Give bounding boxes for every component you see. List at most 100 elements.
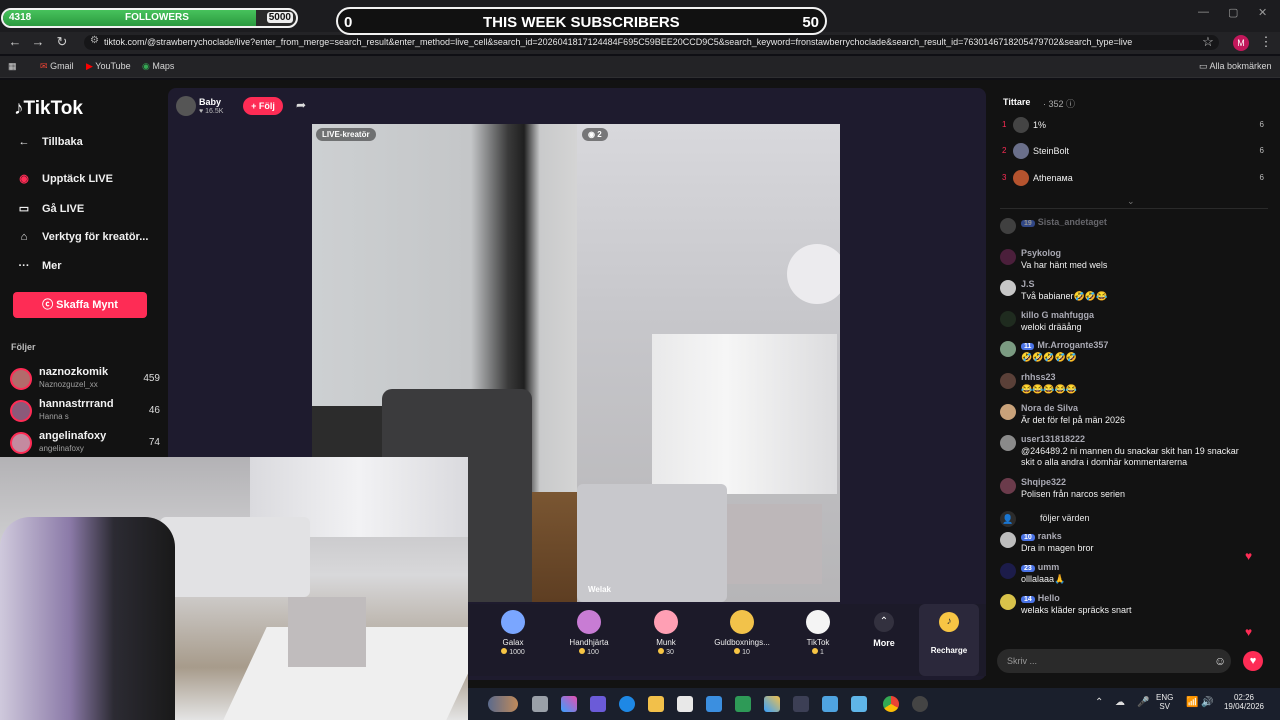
gift-galaxy-icon bbox=[501, 610, 525, 634]
folder-icon: ▭ bbox=[1199, 61, 1208, 71]
clock[interactable]: 02:26 19/04/2026 bbox=[1222, 693, 1266, 711]
share-icon[interactable]: ➦ bbox=[296, 98, 306, 112]
viewer-rank-row[interactable]: 3 Athenaмa 6 bbox=[1002, 170, 1264, 188]
store-icon[interactable] bbox=[677, 696, 693, 712]
onedrive-icon[interactable]: ☁ bbox=[1115, 697, 1125, 708]
copilot-icon[interactable] bbox=[561, 696, 577, 712]
webcam-sofa bbox=[160, 517, 310, 597]
profile-avatar[interactable]: M bbox=[1233, 35, 1249, 51]
viewers-count: · 352 ⓘ bbox=[1043, 99, 1076, 109]
all-bookmarks[interactable]: ▭ Alla bokmärken bbox=[1199, 61, 1272, 72]
following-item[interactable]: naznozkomik Naznozguzel_xx 459 bbox=[10, 366, 160, 394]
obs-icon[interactable] bbox=[912, 696, 928, 712]
gift-item[interactable]: Munk 30 bbox=[626, 610, 706, 656]
teams-icon[interactable] bbox=[590, 696, 606, 712]
back-icon[interactable]: ← bbox=[6, 34, 24, 49]
guest-name: Welak bbox=[588, 585, 611, 594]
tiktok-note-icon: ♪ bbox=[14, 98, 24, 119]
get-coins-button[interactable]: ⓒ Skaffa Mynt bbox=[13, 292, 147, 318]
coin-icon bbox=[812, 648, 819, 654]
task-view-icon[interactable] bbox=[532, 696, 548, 712]
floating-heart-icon: ♥ bbox=[1245, 549, 1253, 563]
wifi-icon[interactable]: 📶 bbox=[1186, 697, 1198, 708]
coin-icon: ⓒ bbox=[42, 299, 57, 311]
bookmark-gmail[interactable]: ✉ Gmail bbox=[40, 61, 74, 72]
viewer-rank-row[interactable]: 2 SteinBolt 6 bbox=[1002, 143, 1264, 161]
host-avatar[interactable] bbox=[176, 96, 196, 116]
following-item[interactable]: angelinafoxy angelinafoxy 74 bbox=[10, 430, 160, 458]
emoji-icon[interactable]: ☺ bbox=[1214, 654, 1226, 668]
like-heart-button[interactable]: ♥ bbox=[1243, 651, 1263, 671]
subscribers-current: 0 bbox=[344, 14, 353, 31]
recharge-button[interactable]: ♪ Recharge bbox=[919, 604, 979, 676]
sidebar-item-more[interactable]: ··· Mer bbox=[14, 260, 62, 272]
avatar bbox=[1000, 280, 1016, 296]
maximize-icon[interactable]: ▢ bbox=[1228, 6, 1238, 19]
gift-item[interactable]: Handhjärta 100 bbox=[549, 610, 629, 656]
subscribers-goal: 50 bbox=[802, 14, 819, 31]
bookmark-star-icon[interactable]: ☆ bbox=[1199, 34, 1217, 50]
info-icon[interactable]: ⓘ bbox=[1066, 99, 1075, 109]
guest-count-badge: ◉ 2 bbox=[582, 128, 608, 141]
followers-current: 4318 bbox=[9, 12, 32, 23]
volume-icon[interactable]: 🔊 bbox=[1201, 697, 1213, 708]
gift-item[interactable]: TikTok 1 bbox=[778, 610, 858, 656]
outlook-icon[interactable] bbox=[706, 696, 722, 712]
sidebar-item-discover-live[interactable]: ◉ Upptäck LIVE bbox=[14, 172, 113, 185]
reload-icon[interactable]: ↻ bbox=[53, 34, 71, 50]
subscribers-label: THIS WEEK SUBSCRIBERS bbox=[483, 14, 680, 31]
webcam-overlay bbox=[0, 457, 468, 720]
chrome-icon[interactable] bbox=[883, 696, 899, 712]
gift-item[interactable]: Guldboxnings... 10 bbox=[702, 610, 782, 656]
chat-input[interactable]: Skriv ... bbox=[997, 649, 1231, 673]
more-menu-icon[interactable]: ⋮ bbox=[1257, 34, 1275, 50]
followers-goal-bar: 4318 FOLLOWERS 5000 bbox=[1, 8, 298, 28]
app-icon[interactable] bbox=[793, 696, 809, 712]
follow-button[interactable]: + Följ bbox=[243, 97, 283, 115]
coin-icon bbox=[658, 648, 665, 654]
maps-icon: ◉ bbox=[142, 61, 150, 71]
gift-item[interactable]: Galax 1000 bbox=[473, 610, 553, 656]
site-info-icon[interactable]: ⚙ bbox=[90, 35, 99, 46]
edge-icon[interactable] bbox=[619, 696, 635, 712]
coin-icon bbox=[579, 648, 586, 654]
chevron-down-icon[interactable]: ⌄ bbox=[1127, 196, 1135, 207]
widgets-icon[interactable] bbox=[488, 696, 518, 712]
viewer-rank-row[interactable]: 1 1% 6 bbox=[1002, 117, 1264, 135]
video-right[interactable] bbox=[577, 124, 840, 602]
gift-more-button[interactable]: ⌃ More bbox=[866, 612, 902, 648]
youtube-icon: ▶ bbox=[86, 61, 93, 71]
sidebar-item-back[interactable]: ← Tillbaka bbox=[14, 136, 83, 148]
sidebar-item-creator-tools[interactable]: ⌂ Verktyg för kreatör... bbox=[14, 231, 149, 243]
bookmark-youtube[interactable]: ▶ YouTube bbox=[86, 61, 131, 72]
sidebar-item-go-live[interactable]: ▭ Gå LIVE bbox=[14, 202, 84, 215]
m365-icon[interactable] bbox=[764, 696, 780, 712]
tray-chevron-icon[interactable]: ⌃ bbox=[1095, 697, 1103, 708]
language-indicator[interactable]: ENG SV bbox=[1156, 693, 1173, 711]
remote-desktop-icon[interactable] bbox=[851, 696, 867, 712]
live-creator-badge: LIVE-kreatör bbox=[316, 128, 376, 141]
photos-icon[interactable] bbox=[822, 696, 838, 712]
security-icon[interactable] bbox=[735, 696, 751, 712]
subscribers-goal-bar: 0 THIS WEEK SUBSCRIBERS 50 bbox=[336, 7, 827, 35]
following-item[interactable]: hannastrrrand Hanna s 46 bbox=[10, 398, 160, 426]
avatar bbox=[1000, 404, 1016, 420]
file-explorer-icon[interactable] bbox=[648, 696, 664, 712]
user-follow-icon: 👤 bbox=[1000, 511, 1016, 527]
gift-hand-heart-icon bbox=[577, 610, 601, 634]
host-name[interactable]: Baby bbox=[199, 97, 221, 107]
forward-icon[interactable]: → bbox=[29, 34, 47, 49]
avatar bbox=[1000, 311, 1016, 327]
close-icon[interactable]: ✕ bbox=[1258, 6, 1267, 19]
home-tools-icon: ⌂ bbox=[20, 231, 28, 243]
apps-icon[interactable]: ▦ bbox=[8, 61, 17, 72]
url-bar[interactable]: tiktok.com/@strawberrychoclade/live?ente… bbox=[84, 35, 1219, 50]
user-icon: ◉ bbox=[588, 130, 598, 139]
gift-donut-icon bbox=[654, 610, 678, 634]
tiktok-logo[interactable]: ♪TikTok bbox=[14, 98, 83, 120]
bookmark-maps[interactable]: ◉ Maps bbox=[142, 61, 174, 72]
minimize-icon[interactable]: — bbox=[1198, 6, 1209, 18]
gift-tiktok-icon bbox=[806, 610, 830, 634]
microphone-icon[interactable]: 🎤 bbox=[1137, 697, 1149, 708]
avatar bbox=[1000, 594, 1016, 610]
